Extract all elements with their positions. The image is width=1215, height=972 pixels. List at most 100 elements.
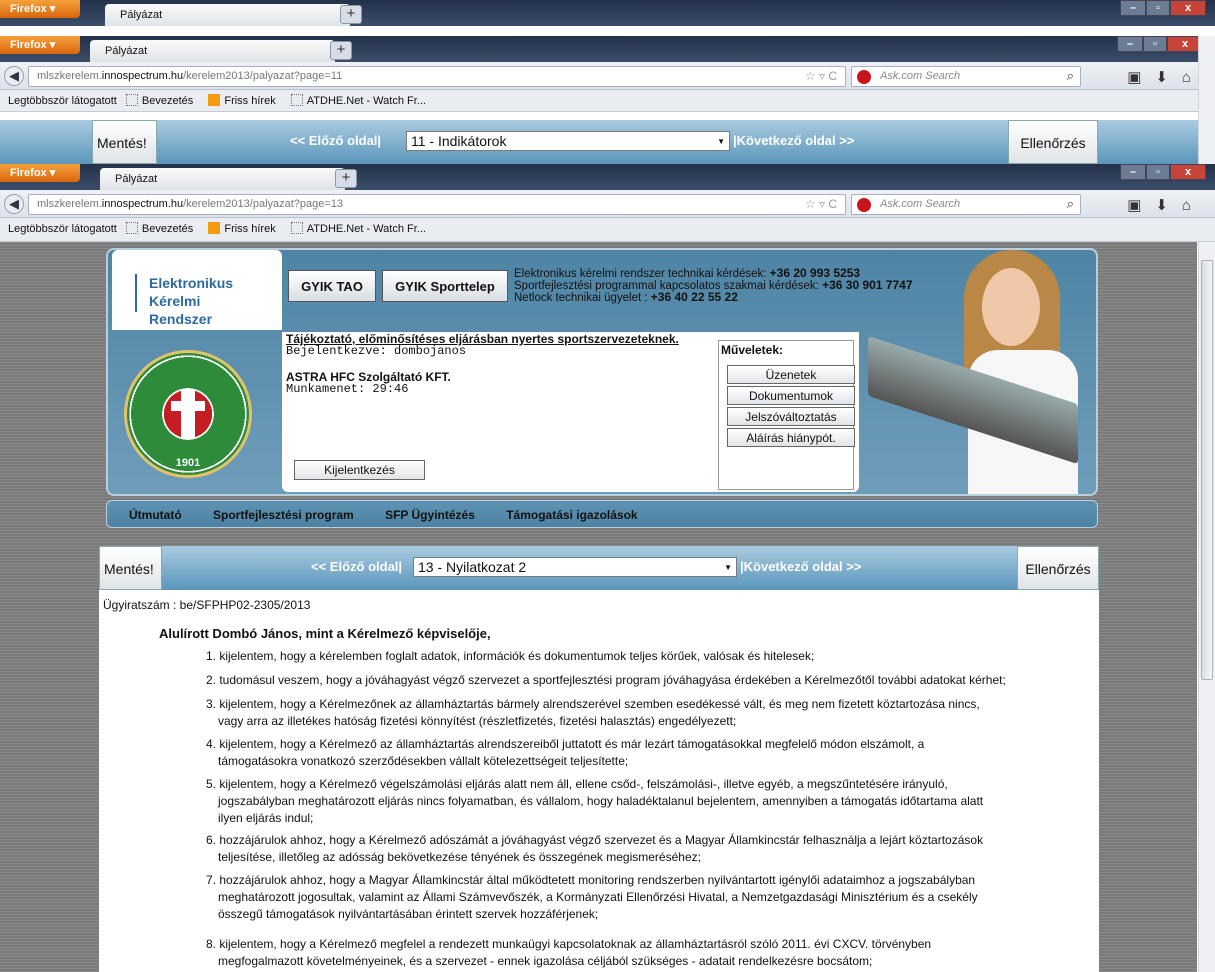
search-box[interactable]: Ask.com Search ⌕ — [851, 66, 1081, 87]
declaration-item: 6. hozzájárulok ahhoz, hogy a Kérelmező … — [206, 833, 984, 864]
site-header: Elektronikus Kérelmi Rendszer GYIK TAO GY… — [106, 248, 1098, 496]
check-button[interactable]: Ellenőrzés — [1017, 546, 1099, 590]
chevron-down-icon: ▼ — [724, 563, 732, 572]
url-bar[interactable]: mlszkerelem.innospectrum.hu/kerelem2013/… — [28, 66, 846, 87]
prev-page-link[interactable]: << Előző oldal| — [311, 559, 402, 574]
menu-item-sportfejlesztesi-program[interactable]: Sportfejlesztési program — [213, 508, 354, 522]
ask-logo-icon — [857, 198, 871, 212]
bookmark-bevezetes[interactable]: Bevezetés — [125, 222, 199, 235]
chevron-down-icon: ▼ — [717, 137, 725, 146]
signature-missing-button[interactable]: Aláírás hiánypót. — [727, 428, 855, 447]
form-toolbar-top: Mentés! << Előző oldal| 11 - Indikátorok… — [0, 120, 1215, 164]
declaration-content: Ügyiratszám : be/SFPHP02-2305/2013 Alulí… — [99, 590, 1099, 972]
bookmark-atdhe[interactable]: ATDHE.Net - Watch Fr... — [290, 94, 432, 107]
bookmark-star-icon[interactable]: ☆ ▿ C — [805, 69, 837, 83]
page-icon — [290, 222, 303, 234]
window-controls: – ▫ x — [1120, 164, 1210, 182]
menu-item-tamogatasi-igazolasok[interactable]: Támogatási igazolások — [506, 508, 637, 522]
page-scrollbar[interactable] — [1198, 242, 1215, 972]
search-box[interactable]: Ask.com Search ⌕ — [851, 194, 1081, 215]
tab-palyazat[interactable]: Pályázat — [105, 4, 350, 26]
new-tab-button[interactable]: + — [340, 5, 362, 24]
toolbar-icons[interactable]: ▣⬇⌂ — [1127, 68, 1205, 86]
minimize-icon[interactable]: – — [1117, 36, 1143, 52]
new-tab-button[interactable]: + — [335, 169, 357, 188]
bookmark-friss-hirek[interactable]: Friss hírek — [208, 94, 281, 107]
search-icon[interactable]: ⌕ — [1067, 68, 1074, 84]
window-controls: – ▫ x — [1117, 36, 1207, 54]
site-logo[interactable]: Elektronikus Kérelmi Rendszer — [112, 250, 282, 330]
documents-button[interactable]: Dokumentumok — [727, 386, 855, 405]
minimize-icon[interactable]: – — [1120, 164, 1146, 180]
browser-window-3: Firefox ▾ Pályázat + – ▫ x ◀ mlszkerelem.i… — [0, 164, 1215, 242]
declaration-item: 8. kijelentem, hogy a Kérelmező megfelel… — [206, 937, 932, 968]
maximize-icon[interactable]: ▫ — [1143, 36, 1167, 52]
next-page-link[interactable]: |Következő oldal >> — [740, 559, 861, 574]
declaration-item: 3. kijelentem, hogy a Kérelmezőnek az ál… — [206, 697, 980, 728]
check-button[interactable]: Ellenőrzés — [1008, 120, 1098, 164]
page-select[interactable]: 13 - Nyilatkozat 2 ▼ — [413, 557, 737, 577]
bookmark-most-visited[interactable]: Legtöbbször látogatott — [8, 95, 117, 107]
menu-item-utmutato[interactable]: Útmutató — [129, 508, 182, 522]
firefox-menu-button[interactable]: Firefox ▾ — [0, 164, 80, 182]
prev-page-link[interactable]: << Előző oldal| — [290, 133, 381, 148]
back-arrow-icon[interactable]: ◀ — [4, 194, 24, 214]
bookmarks-bar: Legtöbbször látogatott Bevezetés Friss h… — [0, 90, 1215, 112]
back-arrow-icon[interactable]: ◀ — [4, 66, 24, 86]
bookmark-star-icon[interactable]: ☆ ▿ C — [805, 197, 837, 211]
scrollbar[interactable] — [1198, 36, 1215, 164]
declaration-item: 5. kijelentem, hogy a Kérelmező végelszá… — [206, 777, 984, 825]
page-icon — [290, 94, 303, 106]
tab-bar: Firefox ▾ Pályázat + – ▫ x — [0, 0, 1215, 26]
new-tab-button[interactable]: + — [330, 41, 352, 60]
firefox-menu-button[interactable]: Firefox ▾ — [0, 0, 80, 18]
gyik-tao-button[interactable]: GYIK TAO — [288, 270, 376, 302]
bookmark-friss-hirek[interactable]: Friss hírek — [208, 222, 281, 235]
maximize-icon[interactable]: ▫ — [1146, 0, 1170, 16]
tab-bar: Firefox ▾ Pályázat + – ▫ x — [0, 36, 1215, 62]
password-change-button[interactable]: Jelszóváltoztatás — [727, 407, 855, 426]
main-menu: Útmutató Sportfejlesztési program SFP Üg… — [106, 500, 1098, 528]
declaration-heading: Alulírott Dombó János, mint a Kérelmező … — [159, 626, 491, 641]
browser-window-2: Firefox ▾ Pályázat + – ▫ x ◀ mlszkerelem.i… — [0, 36, 1215, 164]
bookmark-most-visited[interactable]: Legtöbbször látogatott — [8, 223, 117, 235]
ask-logo-icon — [857, 70, 871, 84]
save-button[interactable]: Mentés! — [92, 120, 157, 164]
contact-info: Elektronikus kérelmi rendszer technikai … — [514, 266, 913, 304]
navigation-bar: ◀ mlszkerelem.innospectrum.hu/kerelem201… — [0, 190, 1215, 218]
tab-bar: Firefox ▾ Pályázat + – ▫ x — [0, 164, 1215, 190]
woman-with-laptop-image — [868, 250, 1096, 494]
tab-palyazat[interactable]: Pályázat — [90, 40, 335, 62]
firefox-menu-button[interactable]: Firefox ▾ — [0, 36, 80, 54]
toolbar-icons[interactable]: ▣⬇⌂ — [1127, 196, 1205, 214]
navigation-bar: ◀ mlszkerelem.innospectrum.hu/kerelem201… — [0, 62, 1215, 90]
declaration-item: 7. hozzájárulok ahhoz, hogy a Magyar Áll… — [206, 873, 978, 921]
scrollbar-thumb[interactable] — [1201, 260, 1213, 680]
bookmarks-bar: Legtöbbször látogatott Bevezetés Friss h… — [0, 218, 1215, 242]
browser-window-1: Firefox ▾ Pályázat + – ▫ x — [0, 0, 1215, 36]
close-icon[interactable]: x — [1170, 0, 1206, 16]
bookmark-atdhe[interactable]: ATDHE.Net - Watch Fr... — [290, 222, 432, 235]
page-select[interactable]: 11 - Indikátorok ▼ — [406, 131, 730, 151]
close-icon[interactable]: x — [1170, 164, 1206, 180]
maximize-icon[interactable]: ▫ — [1146, 164, 1170, 180]
mlsz-crest-logo: 1901 — [124, 350, 252, 478]
bookmark-bevezetes[interactable]: Bevezetés — [125, 94, 199, 107]
declaration-item: 2. tudomásul veszem, hogy a jóváhagyást … — [206, 673, 1006, 687]
menu-item-sfp-ugyintezes[interactable]: SFP Ügyintézés — [385, 508, 475, 522]
logout-button[interactable]: Kijelentkezés — [294, 460, 425, 480]
web-page: Elektronikus Kérelmi Rendszer GYIK TAO GY… — [0, 242, 1197, 972]
search-icon[interactable]: ⌕ — [1067, 196, 1074, 212]
save-button[interactable]: Mentés! — [99, 546, 162, 590]
url-bar[interactable]: mlszkerelem.innospectrum.hu/kerelem2013/… — [28, 194, 846, 215]
tab-palyazat[interactable]: Pályázat — [100, 168, 345, 190]
next-page-link[interactable]: |Következő oldal >> — [733, 133, 854, 148]
document-number: Ügyiratszám : be/SFPHP02-2305/2013 — [103, 598, 311, 612]
page-icon — [125, 94, 138, 106]
login-status: Bejelentkezve: dombojanos — [286, 344, 467, 358]
user-info-panel: Tájékoztató, előminősítéses eljárásban n… — [282, 332, 859, 492]
gyik-sporttelep-button[interactable]: GYIK Sporttelep — [382, 270, 508, 302]
messages-button[interactable]: Üzenetek — [727, 365, 855, 384]
declaration-item: 1. kijelentem, hogy a kérelemben foglalt… — [206, 649, 815, 663]
minimize-icon[interactable]: – — [1120, 0, 1146, 16]
